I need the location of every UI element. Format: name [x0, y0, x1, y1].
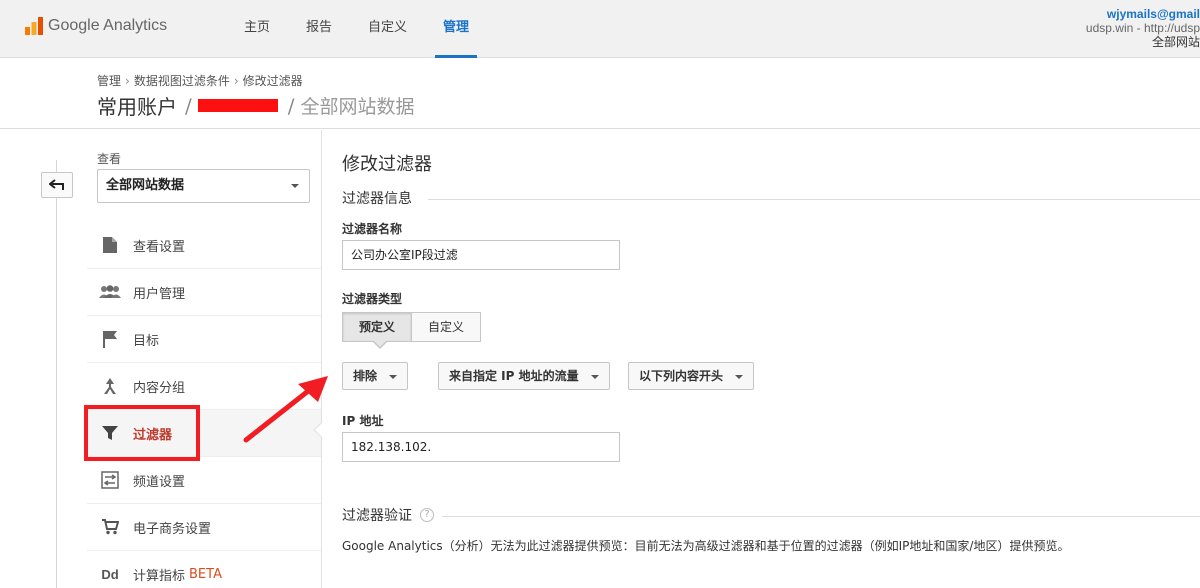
nav-home[interactable]: 主页 [236, 0, 278, 58]
property-url: udsp.win - http://udsp [1085, 21, 1200, 35]
chevron-down-icon [389, 375, 398, 379]
filter-name-label: 过滤器名称 [342, 222, 403, 236]
top-bar: Google Analytics 主页 报告 自定义 管理 wjymails@g… [0, 0, 1200, 58]
logo-text: Google Analytics [48, 17, 168, 34]
google-analytics-logo[interactable]: Google Analytics [24, 16, 167, 36]
filter-type-toggle: 预定义 自定义 [342, 312, 482, 342]
main-nav: 主页 报告 自定义 管理 [236, 0, 497, 58]
breadcrumb: 管理 › 数据视图过滤条件 › 修改过滤器 [97, 72, 303, 89]
divider [56, 160, 57, 588]
section-filter-info: 过滤器信息 [342, 188, 412, 208]
expression-dropdown[interactable]: 以下列内容开头 [628, 362, 755, 390]
nav-admin[interactable]: 管理 [435, 0, 478, 58]
ip-address-label: IP 地址 [342, 414, 384, 428]
beta-badge: BETA [189, 566, 222, 582]
redacted-property [197, 99, 278, 112]
users-icon [99, 281, 121, 303]
edit-filter-form: 修改过滤器 过滤器信息 过滤器名称 公司办公室IP段过滤 过滤器类型 预定义 自… [342, 130, 1200, 588]
breadcrumb-separator: › [125, 74, 130, 88]
breadcrumb-separator: › [233, 74, 239, 88]
breadcrumb-edit-filter: 修改过滤器 [242, 74, 303, 88]
dropdown-value: 来自指定 IP 地址的流量 [449, 369, 579, 383]
breadcrumb-admin[interactable]: 管理 [97, 74, 121, 88]
sidebar-item-content-grouping[interactable]: 内容分组 [87, 363, 321, 410]
sidebar-item-calculated-metrics[interactable]: Dd 计算指标 BETA [87, 551, 321, 588]
page-title: 常用账户 / / 全部网站数据 [97, 91, 415, 120]
section-title-text: 过滤器信息 [342, 191, 412, 207]
title-slash: / [287, 93, 295, 118]
view-selector[interactable]: 全部网站数据 [97, 169, 310, 203]
sidebar-item-channel-settings[interactable]: 频道设置 [87, 457, 321, 504]
view-label: 查看 [97, 152, 122, 166]
back-button[interactable] [41, 172, 73, 198]
page-header: 管理 › 数据视图过滤条件 › 修改过滤器 常用账户 / / 全部网站数据 [0, 59, 1200, 129]
sidebar-item-filters[interactable]: 过滤器 [87, 410, 321, 457]
form-title: 修改过滤器 [342, 154, 432, 175]
sidebar-item-label: 用户管理 [133, 286, 186, 302]
sidebar-item-label: 过滤器 [133, 427, 173, 443]
chevron-down-icon [735, 375, 744, 379]
sidebar-item-goals[interactable]: 目标 [87, 316, 321, 363]
sidebar-item-view-settings[interactable]: 查看设置 [87, 222, 321, 269]
flag-icon [99, 328, 121, 350]
filter-type-custom[interactable]: 自定义 [412, 312, 482, 342]
section-divider [442, 516, 1200, 517]
title-slash: / [185, 93, 192, 118]
content-group-icon [99, 375, 121, 397]
sidebar-item-ecommerce-settings[interactable]: 电子商务设置 [87, 504, 321, 551]
nav-customization[interactable]: 自定义 [360, 0, 415, 58]
filter-type-predefined[interactable]: 预定义 [342, 312, 413, 342]
verification-note: Google Analytics（分析）无法为此过滤器提供预览：目前无法为高级过… [342, 539, 1070, 553]
help-icon[interactable]: ? [420, 508, 434, 522]
sidebar-item-user-management[interactable]: 用户管理 [87, 269, 321, 316]
current-view: 全部网站 [1151, 35, 1200, 49]
view-menu: 查看设置 用户管理 目标 内容分组 过滤器 频道设置 电子商务设置 Dd 计算指… [87, 222, 321, 588]
chevron-down-icon [291, 184, 299, 188]
view-sidebar: 查看 全部网站数据 查看设置 用户管理 目标 内容分组 过滤器 频道设置 电子商… [0, 130, 331, 588]
dd-icon: Dd [101, 566, 119, 582]
section-filter-verification: 过滤器验证 ? [342, 505, 434, 525]
filter-name-input[interactable]: 公司办公室IP段过滤 [342, 240, 620, 270]
chevron-down-icon [590, 375, 599, 379]
selected-tab-pointer [372, 340, 388, 349]
filter-icon [99, 422, 121, 444]
section-title-text: 过滤器验证 [342, 508, 412, 524]
view-selected-value: 全部网站数据 [106, 178, 185, 193]
section-divider [428, 199, 1200, 200]
account-name: 常用账户 [97, 95, 177, 119]
document-icon [99, 234, 121, 256]
sidebar-item-label: 内容分组 [133, 380, 186, 396]
dropdown-value: 排除 [353, 369, 378, 383]
dropdown-value: 以下列内容开头 [639, 369, 724, 383]
ip-address-input[interactable]: 182.138.102. [342, 432, 620, 462]
analytics-logo-icon [25, 17, 43, 35]
exclude-include-dropdown[interactable]: 排除 [342, 362, 409, 390]
sidebar-item-label: 目标 [133, 333, 160, 349]
cart-icon [99, 516, 121, 538]
nav-reports[interactable]: 报告 [298, 0, 340, 58]
view-name: 全部网站数据 [300, 96, 415, 118]
user-email: wjymails@gmail [1106, 7, 1200, 21]
source-dropdown[interactable]: 来自指定 IP 地址的流量 [438, 362, 610, 390]
sidebar-item-label: 电子商务设置 [133, 521, 212, 537]
back-arrow-icon [49, 179, 64, 190]
channel-settings-icon [99, 469, 121, 491]
sidebar-item-label: 查看设置 [133, 239, 186, 255]
sidebar-item-label: 频道设置 [133, 474, 186, 490]
filter-type-label: 过滤器类型 [342, 292, 403, 306]
sidebar-item-label: 计算指标 [133, 568, 186, 584]
breadcrumb-view-filters[interactable]: 数据视图过滤条件 [134, 74, 230, 88]
account-info[interactable]: wjymails@gmail udsp.win - http://udsp 全部… [1040, 7, 1200, 49]
